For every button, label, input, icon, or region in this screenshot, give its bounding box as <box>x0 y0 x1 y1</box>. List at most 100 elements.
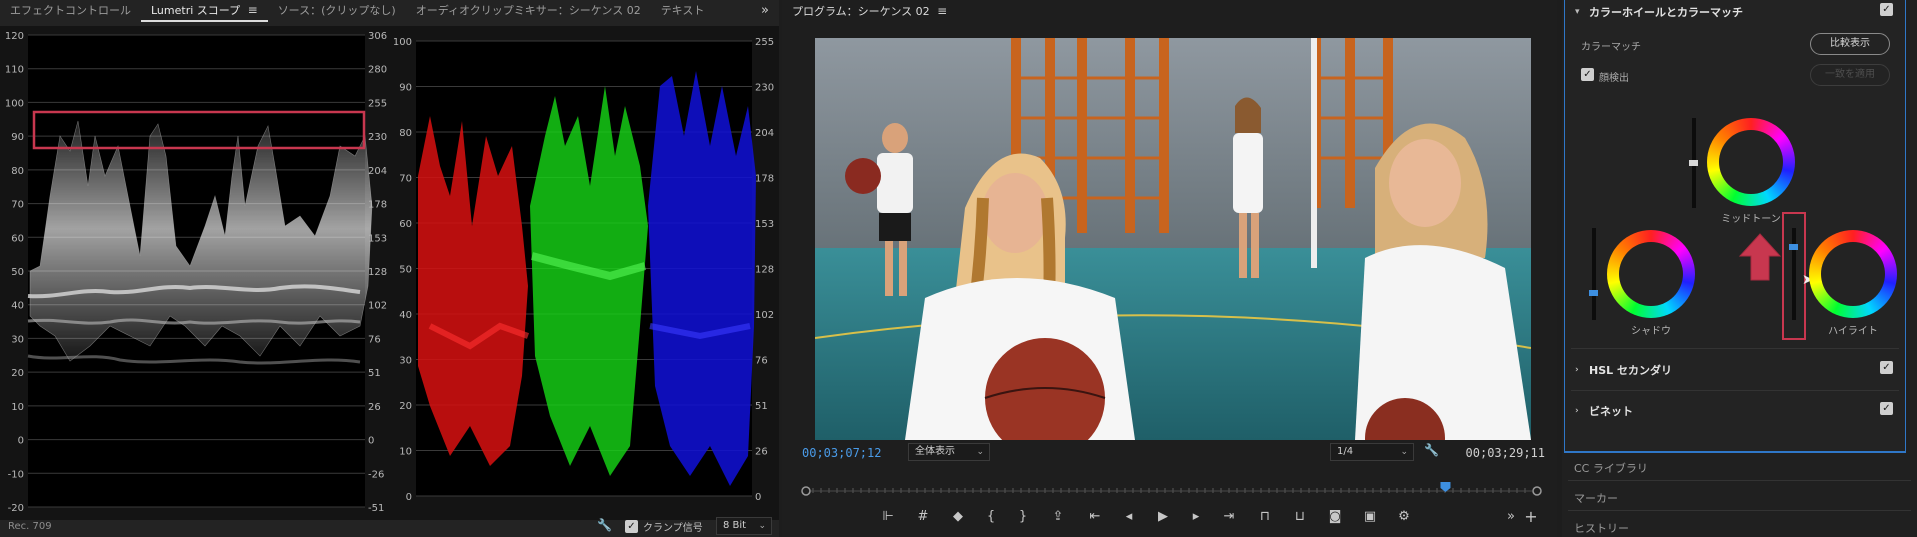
annotation-up-arrow-icon <box>1738 233 1782 281</box>
camera-icon[interactable]: ◙ <box>1324 506 1346 528</box>
vignette-section-header[interactable]: › ビネット <box>1575 401 1893 421</box>
playback-resolution-value: 1/4 <box>1337 446 1354 457</box>
waveform-tick-right: 204 <box>368 166 387 177</box>
safe-margins-icon[interactable]: # <box>912 506 934 528</box>
vignette-title: ビネット <box>1589 405 1633 418</box>
waveform-tick-left: 0 <box>18 436 24 447</box>
out-point-handle[interactable] <box>1532 486 1542 496</box>
waveform-tick-left: 110 <box>5 65 24 76</box>
playback-resolution-dropdown[interactable]: 1/4 ⌄ <box>1330 443 1414 461</box>
export-frame-icon[interactable]: ⇪ <box>1047 506 1069 528</box>
parade-tick-right: 230 <box>755 83 774 94</box>
left-tab-bar: エフェクトコントロール Lumetri スコープ ≡ ソース：(クリップなし) … <box>0 0 779 22</box>
shadow-luma-slider[interactable] <box>1589 228 1598 320</box>
tab-source[interactable]: ソース：(クリップなし) <box>268 0 406 22</box>
waveform-tick-left: 50 <box>11 267 24 278</box>
waveform-tick-right: 153 <box>368 233 387 244</box>
panel-markers[interactable]: マーカー <box>1574 490 1618 506</box>
tab-lumetri-scopes[interactable]: Lumetri スコープ ≡ <box>141 1 268 22</box>
wrench-icon[interactable]: 🔧 <box>597 518 612 532</box>
add-marker-icon[interactable]: ⊩ <box>877 506 899 528</box>
color-wheels-enable-checkbox[interactable]: ✓ <box>1880 3 1893 16</box>
waveform-tick-left: 20 <box>11 368 24 379</box>
color-standard-label: Rec. 709 <box>8 521 52 532</box>
midtone-luma-slider[interactable] <box>1689 118 1698 208</box>
clamp-signal-checkbox[interactable]: ✓ <box>625 520 638 533</box>
parade-tick-left: 100 <box>393 37 412 48</box>
midtone-slider-thumb[interactable] <box>1689 160 1698 166</box>
section-divider <box>1571 390 1899 391</box>
parade-tick-right: 178 <box>755 174 774 185</box>
go-to-out-icon[interactable]: ⇥ <box>1218 506 1240 528</box>
apply-match-button[interactable]: 一致を適用 <box>1810 64 1890 86</box>
waveform-tick-left: 40 <box>11 301 24 312</box>
shadow-slider-thumb[interactable] <box>1589 290 1598 296</box>
in-point-handle[interactable] <box>801 486 811 496</box>
face-detect-checkbox[interactable]: ✓ <box>1581 68 1594 81</box>
tab-audio-clip-mixer[interactable]: オーディオクリップミキサー：シーケンス 02 <box>406 0 651 22</box>
zoom-level-value: 全体表示 <box>915 446 955 457</box>
extract-icon[interactable]: ⊔ <box>1289 506 1311 528</box>
waveform-tick-right: -26 <box>368 469 384 480</box>
hsl-secondary-title: HSL セカンダリ <box>1589 364 1672 377</box>
mark-in-icon[interactable]: { <box>980 506 1002 528</box>
tab-program-monitor[interactable]: プログラム：シーケンス 02 ≡ <box>782 0 957 23</box>
timeline-ruler[interactable] <box>801 482 1542 496</box>
settings-icon[interactable]: ⚙ <box>1393 506 1415 528</box>
waveform-tick-left: 60 <box>11 233 24 244</box>
highlight-color-wheel[interactable] <box>1809 230 1897 318</box>
bit-depth-dropdown[interactable]: 8 Bit ⌄ <box>716 517 772 535</box>
mark-out-icon[interactable]: } <box>1012 506 1034 528</box>
comparison-view-icon[interactable]: ▣ <box>1359 506 1381 528</box>
parade-tick-left: 90 <box>399 83 412 94</box>
chevron-down-icon: ▾ <box>1575 7 1580 17</box>
play-icon[interactable]: ▶ <box>1152 506 1174 528</box>
midtone-color-wheel[interactable] <box>1707 118 1795 206</box>
waveform-tick-left: 30 <box>11 334 24 345</box>
wrench-icon[interactable]: 🔧 <box>1424 443 1439 457</box>
step-forward-icon[interactable]: ▸ <box>1185 506 1207 528</box>
overflow-icon[interactable]: » <box>1500 506 1522 528</box>
highlight-slider-thumb[interactable] <box>1789 244 1798 250</box>
vignette-enable-checkbox[interactable]: ✓ <box>1880 402 1893 415</box>
panel-divider <box>1568 510 1911 511</box>
video-preview[interactable] <box>815 38 1531 440</box>
tab-overflow-icon[interactable]: » <box>751 0 779 22</box>
tab-lumetri-scopes-label: Lumetri スコープ <box>151 3 241 17</box>
parade-tick-left: 40 <box>399 310 412 321</box>
waveform-tick-right: 306 <box>368 31 387 42</box>
face-detect-label: 顔検出 <box>1599 73 1629 84</box>
panel-menu-icon[interactable]: ≡ <box>937 4 947 18</box>
waveform-tick-left: 100 <box>5 98 24 109</box>
tab-text[interactable]: テキスト <box>651 0 715 22</box>
bit-depth-value: 8 Bit <box>723 520 747 531</box>
hsl-secondary-enable-checkbox[interactable]: ✓ <box>1880 361 1893 374</box>
zoom-level-dropdown[interactable]: 全体表示 ⌄ <box>908 443 990 461</box>
parade-tick-left: 80 <box>399 128 412 139</box>
compare-view-button[interactable]: 比較表示 <box>1810 33 1890 55</box>
waveform-tick-right: -51 <box>368 503 384 514</box>
shadow-color-wheel[interactable] <box>1607 230 1695 318</box>
step-back-icon[interactable]: ◂ <box>1118 506 1140 528</box>
tab-effect-controls[interactable]: エフェクトコントロール <box>0 0 141 22</box>
waveform-tick-left: -20 <box>8 503 24 514</box>
current-timecode[interactable]: 00;03;07;12 <box>802 446 881 460</box>
parade-tick-right: 102 <box>755 310 774 321</box>
lift-icon[interactable]: ⊓ <box>1254 506 1276 528</box>
parade-tick-right: 26 <box>755 447 768 458</box>
parade-tick-left: 10 <box>399 447 412 458</box>
marker-icon[interactable]: ◆ <box>947 506 969 528</box>
panel-history[interactable]: ヒストリー <box>1574 520 1629 536</box>
chevron-down-icon: ⌄ <box>1400 447 1408 457</box>
add-button-icon[interactable]: + <box>1520 506 1542 528</box>
scope-footer: Rec. 709 🔧 ✓ クランプ信号 8 Bit ⌄ <box>0 516 779 537</box>
parade-tick-right: 255 <box>755 37 774 48</box>
panel-cc-libraries[interactable]: CC ライブラリ <box>1574 460 1648 476</box>
hsl-secondary-section-header[interactable]: › HSL セカンダリ <box>1575 360 1893 380</box>
panel-menu-icon[interactable]: ≡ <box>248 3 258 17</box>
waveform-tick-left: 80 <box>11 166 24 177</box>
color-wheels-section-header[interactable]: ▾ カラーホイールとカラーマッチ <box>1575 2 1893 22</box>
parade-tick-right: 0 <box>755 492 761 503</box>
highlight-luma-slider[interactable] <box>1789 228 1798 320</box>
go-to-in-icon[interactable]: ⇤ <box>1084 506 1106 528</box>
